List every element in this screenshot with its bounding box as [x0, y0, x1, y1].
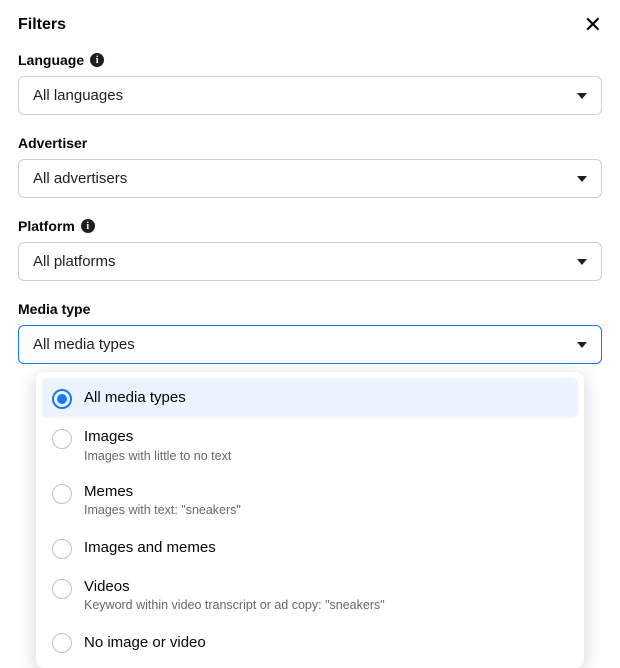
- platform-select[interactable]: All platforms: [18, 242, 602, 281]
- option-label: Images: [84, 427, 231, 447]
- radio-icon: [52, 429, 72, 449]
- advertiser-section: Advertiser All advertisers: [18, 135, 602, 198]
- option-no-image-or-video[interactable]: No image or video: [42, 622, 578, 662]
- option-images-and-memes[interactable]: Images and memes: [42, 528, 578, 568]
- option-text: Images and memes: [84, 538, 216, 558]
- platform-value: All platforms: [33, 253, 116, 270]
- media-type-label-text: Media type: [18, 301, 90, 317]
- media-type-section: Media type All media types All media typ…: [18, 301, 602, 364]
- option-all-media-types[interactable]: All media types: [42, 378, 578, 418]
- platform-section: Platform i All platforms: [18, 218, 602, 281]
- option-label: Images and memes: [84, 538, 216, 558]
- media-type-select[interactable]: All media types: [18, 325, 602, 364]
- option-text: No image or video: [84, 633, 206, 653]
- option-label: Memes: [84, 482, 241, 502]
- option-label: Videos: [84, 577, 385, 597]
- chevron-down-icon: [577, 93, 587, 99]
- chevron-down-icon: [577, 259, 587, 265]
- language-value: All languages: [33, 87, 123, 104]
- close-button[interactable]: ✕: [584, 14, 602, 36]
- language-label-text: Language: [18, 52, 84, 68]
- radio-icon: [52, 539, 72, 559]
- option-label: No image or video: [84, 633, 206, 653]
- option-text: Videos Keyword within video transcript o…: [84, 577, 385, 614]
- option-text: All media types: [84, 388, 186, 408]
- option-text: Memes Images with text: "sneakers": [84, 482, 241, 519]
- advertiser-select[interactable]: All advertisers: [18, 159, 602, 198]
- media-type-label: Media type: [18, 301, 602, 317]
- info-icon[interactable]: i: [81, 219, 95, 233]
- option-desc: Images with little to no text: [84, 448, 231, 464]
- language-select[interactable]: All languages: [18, 76, 602, 115]
- option-label: All media types: [84, 388, 186, 408]
- advertiser-label-text: Advertiser: [18, 135, 87, 151]
- chevron-down-icon: [577, 176, 587, 182]
- media-type-value: All media types: [33, 336, 135, 353]
- radio-icon: [52, 484, 72, 504]
- advertiser-label: Advertiser: [18, 135, 602, 151]
- media-type-dropdown: All media types Images Images with littl…: [36, 372, 584, 668]
- option-videos[interactable]: Videos Keyword within video transcript o…: [42, 568, 578, 623]
- language-label: Language i: [18, 52, 602, 68]
- option-text: Images Images with little to no text: [84, 427, 231, 464]
- chevron-down-icon: [577, 342, 587, 348]
- platform-label: Platform i: [18, 218, 602, 234]
- filters-header: Filters ✕: [18, 14, 602, 36]
- option-images[interactable]: Images Images with little to no text: [42, 418, 578, 473]
- platform-label-text: Platform: [18, 218, 75, 234]
- info-icon[interactable]: i: [90, 53, 104, 67]
- radio-icon: [52, 633, 72, 653]
- option-memes[interactable]: Memes Images with text: "sneakers": [42, 473, 578, 528]
- close-icon: ✕: [584, 12, 602, 37]
- option-desc: Images with text: "sneakers": [84, 502, 241, 518]
- option-desc: Keyword within video transcript or ad co…: [84, 597, 385, 613]
- advertiser-value: All advertisers: [33, 170, 127, 187]
- panel-title: Filters: [18, 16, 66, 34]
- radio-icon: [52, 579, 72, 599]
- language-section: Language i All languages: [18, 52, 602, 115]
- radio-icon: [52, 389, 72, 409]
